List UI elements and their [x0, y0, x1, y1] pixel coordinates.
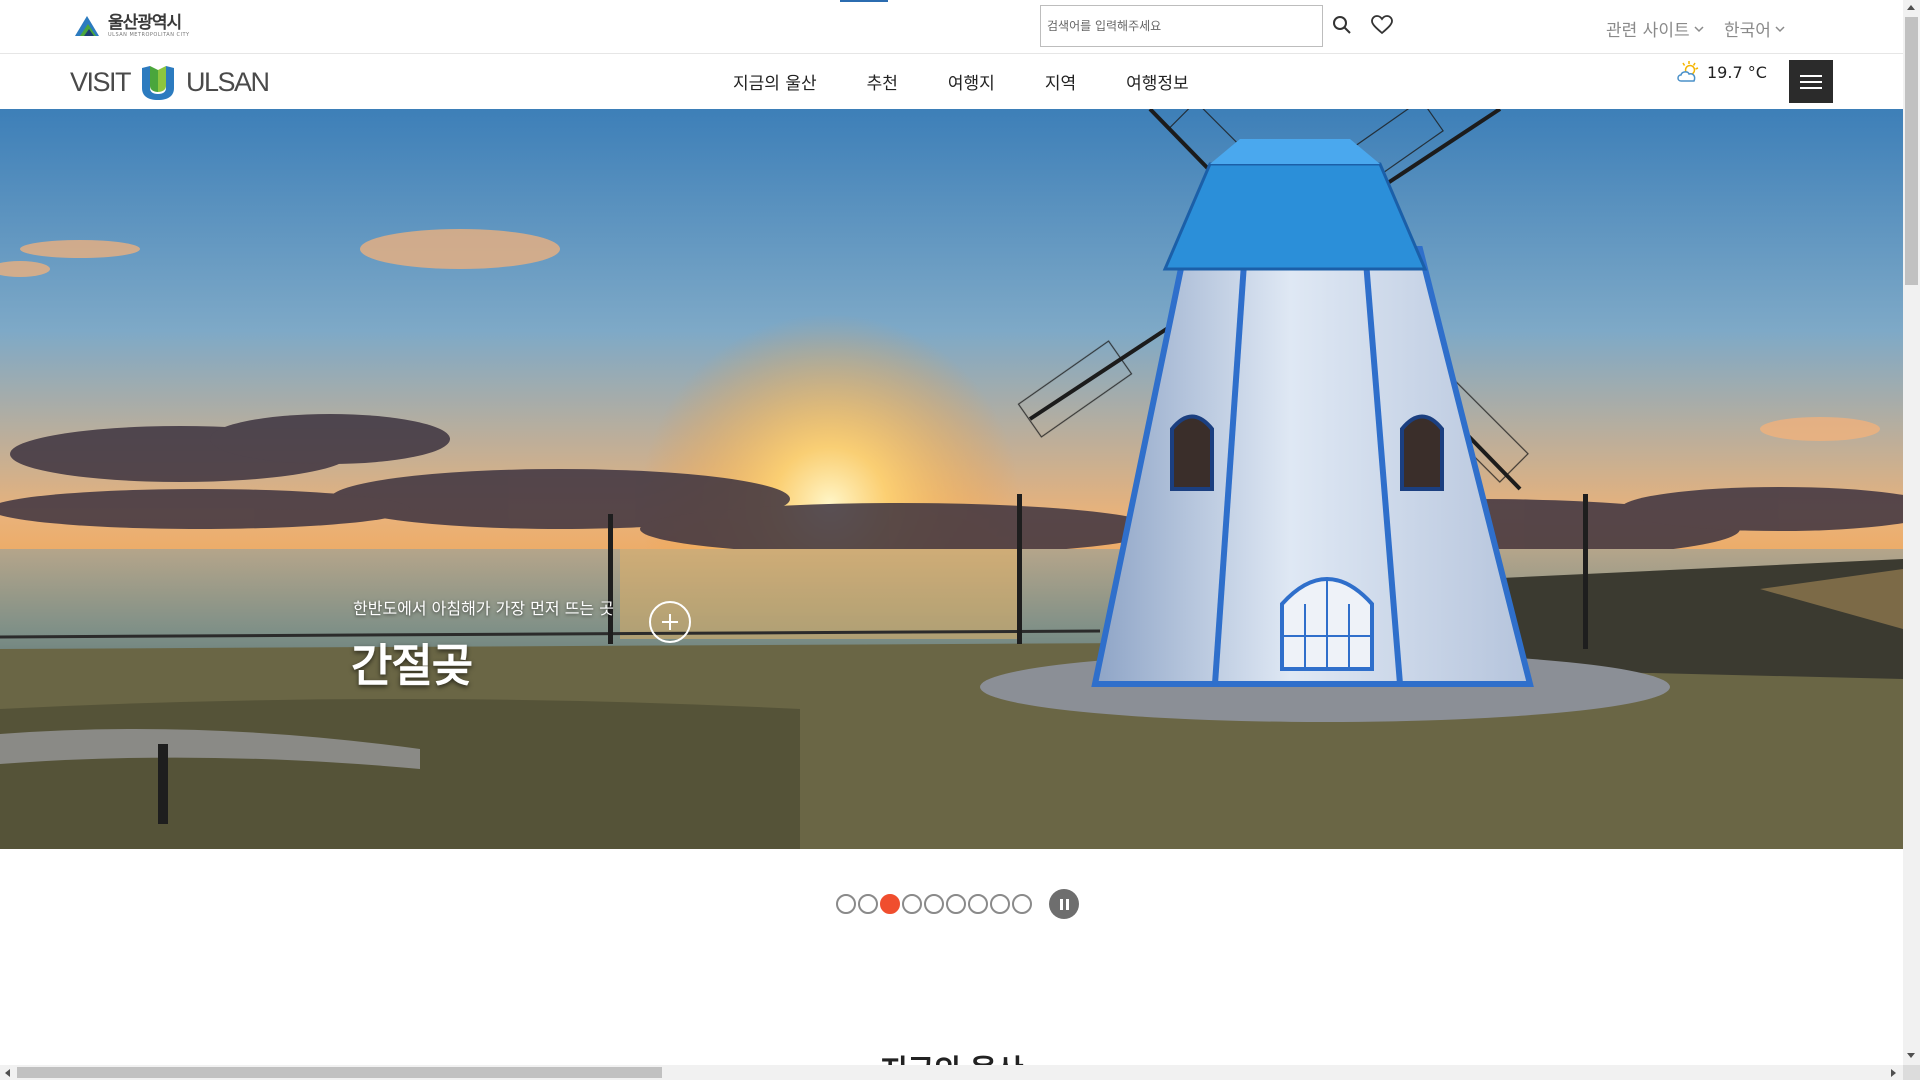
city-logo-text: 울산광역시 ULSAN METROPOLITAN CITY: [108, 13, 190, 38]
search-button[interactable]: [1328, 11, 1356, 39]
scroll-down-arrow-icon[interactable]: [1907, 1053, 1915, 1058]
scroll-right-arrow-icon[interactable]: [1891, 1069, 1896, 1077]
visit-ulsan-logo[interactable]: VISIT ULSAN: [70, 62, 270, 102]
page-content: 울산광역시 ULSAN METROPOLITAN CITY 관련 사이트: [0, 0, 1903, 1065]
city-logo-name: 울산광역시: [108, 12, 182, 33]
main-nav: 지금의 울산 추천 여행지 지역 여행정보: [713, 54, 1214, 109]
slide-dot[interactable]: [902, 894, 922, 914]
browser-page: 울산광역시 ULSAN METROPOLITAN CITY 관련 사이트: [0, 0, 1920, 1080]
slide-dot[interactable]: [1012, 894, 1032, 914]
search-box: [1040, 5, 1323, 47]
section-title-now-ulsan: 지금의 울산: [0, 1046, 1903, 1065]
pause-icon: [1065, 898, 1069, 910]
language-label: 한국어: [1724, 21, 1771, 41]
partly-cloudy-icon: [1677, 61, 1699, 82]
city-logo-sub: ULSAN METROPOLITAN CITY: [108, 31, 190, 38]
brand-word-left: VISIT: [70, 66, 132, 97]
slide-dot[interactable]: [990, 894, 1010, 914]
slider-pause-button[interactable]: [1049, 889, 1079, 919]
chevron-down-icon: [1775, 25, 1785, 32]
favorites-button[interactable]: [1368, 11, 1396, 39]
scroll-up-arrow-icon[interactable]: [1907, 5, 1915, 10]
slide-dot[interactable]: [858, 894, 878, 914]
city-emblem-icon: [75, 16, 99, 36]
horizontal-scroll-thumb[interactable]: [17, 1067, 662, 1078]
heart-icon: [1371, 15, 1393, 35]
weather-widget: 19.7 °C: [1675, 60, 1767, 84]
nav-item-recommend[interactable]: 추천: [842, 69, 923, 94]
slider-pagination: [836, 889, 1079, 919]
scroll-left-arrow-icon[interactable]: [5, 1069, 10, 1077]
hamburger-icon: [1800, 74, 1822, 89]
slide-dot[interactable]: [946, 894, 966, 914]
slide-dot[interactable]: [924, 894, 944, 914]
hero-subtitle: 한반도에서 아침해가 가장 먼저 뜨는 곳: [353, 599, 614, 618]
related-sites-label: 관련 사이트: [1606, 21, 1690, 41]
active-tab-indicator: [840, 0, 888, 2]
vertical-scrollbar[interactable]: [1903, 0, 1920, 1065]
hero-title: 간절곶: [351, 639, 473, 692]
search-input[interactable]: [1041, 6, 1322, 46]
brand-word-right: ULSAN: [186, 66, 270, 97]
ulsan-city-logo[interactable]: 울산광역시 ULSAN METROPOLITAN CITY: [72, 10, 190, 40]
horizontal-scrollbar[interactable]: [0, 1065, 1903, 1080]
main-header: VISIT ULSAN 지금의 울산 추천 여행지 지역 여행정보 19.7 °…: [0, 54, 1903, 109]
vertical-scroll-thumb[interactable]: [1905, 17, 1918, 285]
ulsan-u-logo-icon: [142, 66, 175, 100]
search-icon: [1333, 16, 1351, 34]
utility-bar: 울산광역시 ULSAN METROPOLITAN CITY 관련 사이트: [0, 0, 1903, 54]
nav-item-regions[interactable]: 지역: [1020, 69, 1101, 94]
related-sites-dropdown[interactable]: 관련 사이트: [1606, 16, 1705, 41]
all-menu-button[interactable]: [1789, 60, 1833, 103]
chevron-down-icon: [1694, 25, 1704, 32]
plus-icon: [662, 614, 678, 630]
hero-image: [0, 109, 1903, 849]
nav-item-now-ulsan[interactable]: 지금의 울산: [713, 69, 842, 94]
weather-temperature: 19.7 °C: [1707, 62, 1767, 82]
nav-item-travel-info[interactable]: 여행정보: [1101, 69, 1214, 94]
nav-item-destinations[interactable]: 여행지: [923, 69, 1020, 94]
pause-icon: [1059, 898, 1063, 910]
slide-dot-active[interactable]: [880, 894, 900, 914]
scrollbar-corner: [1903, 1065, 1920, 1080]
slide-dot[interactable]: [836, 894, 856, 914]
hero-slider: 한반도에서 아침해가 가장 먼저 뜨는 곳 간절곶: [0, 109, 1903, 849]
language-dropdown[interactable]: 한국어: [1724, 16, 1786, 41]
hero-more-button[interactable]: [649, 601, 691, 643]
slide-dot[interactable]: [968, 894, 988, 914]
